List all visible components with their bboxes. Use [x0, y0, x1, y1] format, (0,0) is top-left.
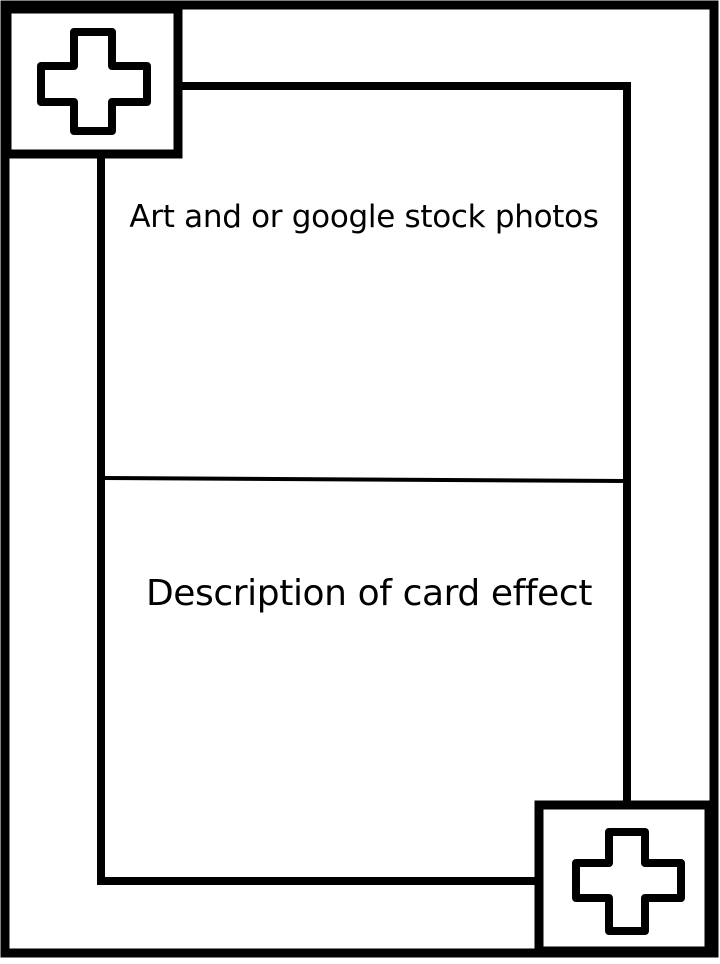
card-outline: [0, 0, 719, 958]
card-template: Art and or google stock photos Descripti…: [0, 0, 720, 960]
art-area-label: Art and or google stock photos: [129, 199, 599, 235]
description-area-label: Description of card effect: [145, 573, 593, 614]
panel-divider: [100, 476, 628, 483]
